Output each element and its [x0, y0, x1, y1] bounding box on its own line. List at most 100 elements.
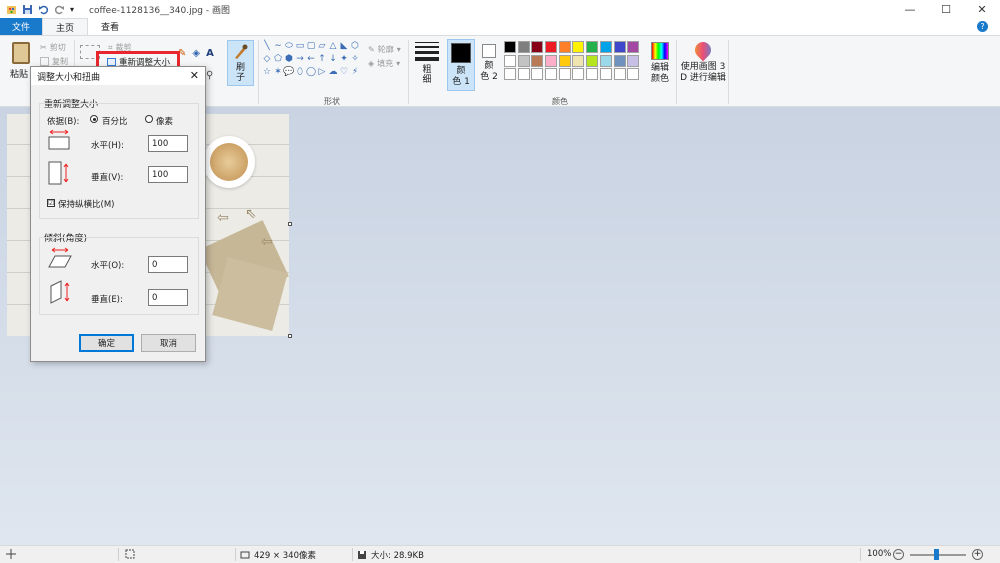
shape-icon[interactable]: ◣	[339, 41, 349, 51]
color-swatch[interactable]	[517, 68, 530, 81]
undo-icon[interactable]	[38, 4, 49, 15]
text-icon[interactable]: A	[206, 48, 214, 59]
ok-button[interactable]: 确定	[79, 334, 134, 352]
thickness-button[interactable]: 粗 细	[415, 42, 439, 85]
color-swatch[interactable]	[613, 68, 626, 81]
fill-bucket-icon[interactable]: ◈	[192, 48, 200, 59]
fill-icon: ◈	[368, 59, 375, 68]
horizontal-input[interactable]: 100	[148, 135, 188, 152]
color-swatch[interactable]	[558, 68, 571, 81]
close-button[interactable]: ✕	[964, 0, 1000, 18]
paint3d-button[interactable]: 使用画图 3 D 进行编辑	[680, 38, 726, 84]
help-icon[interactable]: ?	[977, 21, 988, 32]
shape-icon[interactable]: ✶	[273, 67, 283, 77]
color-swatch[interactable]	[531, 68, 544, 81]
shape-icon[interactable]: ↑	[317, 54, 327, 64]
pixels-radio[interactable]	[145, 115, 153, 123]
shape-icon[interactable]: ✦	[339, 54, 349, 64]
shape-icon[interactable]: →	[295, 54, 305, 64]
color-swatch[interactable]	[504, 54, 516, 67]
shape-icon[interactable]: ▢	[306, 41, 316, 51]
color-swatch[interactable]	[572, 54, 585, 67]
customize-toolbar-icon[interactable]: ▾	[70, 4, 81, 15]
color-swatch[interactable]	[545, 41, 558, 53]
keep-ratio-checkbox[interactable]: ☑	[47, 199, 55, 207]
shape-icon[interactable]: ↓	[328, 54, 338, 64]
edit-colors-button[interactable]: 编辑 颜色	[648, 42, 672, 85]
color-swatch[interactable]	[613, 41, 626, 53]
shape-icon[interactable]: ←	[306, 54, 316, 64]
cut-button[interactable]: ✂ 剪切	[40, 42, 66, 53]
color-swatch[interactable]	[599, 54, 612, 67]
resize-handle[interactable]	[288, 222, 292, 226]
shape-icon[interactable]: ⬯	[295, 67, 305, 77]
color-swatch[interactable]	[586, 54, 599, 67]
shape-icon[interactable]: ☁	[328, 67, 338, 77]
color-swatch[interactable]	[545, 54, 558, 67]
shape-icon[interactable]: ♡	[339, 67, 349, 77]
zoom-slider-thumb[interactable]	[934, 549, 939, 560]
color-swatch[interactable]	[558, 54, 571, 67]
color-swatch[interactable]	[613, 54, 626, 67]
pencil-icon[interactable]: ✎	[178, 48, 186, 59]
fill-button[interactable]: ◈ 填充 ▾	[368, 58, 400, 69]
shape-icon[interactable]: 💬	[283, 67, 294, 77]
skew-vertical-input[interactable]: 0	[148, 289, 188, 306]
shape-icon[interactable]: ▱	[317, 41, 327, 51]
chevron-down-icon: ▾	[396, 59, 401, 68]
shape-icon[interactable]: ✧	[350, 54, 360, 64]
vertical-input[interactable]: 100	[148, 166, 188, 183]
outline-button[interactable]: ✎ 轮廓 ▾	[368, 44, 401, 55]
shape-icon[interactable]: ⬡	[350, 41, 360, 51]
tab-file[interactable]: 文件	[0, 18, 43, 35]
shape-icon[interactable]: △	[328, 41, 338, 51]
shape-icon[interactable]: ⬢	[284, 54, 294, 64]
zoom-out-button[interactable]: −	[893, 549, 904, 560]
brush-button[interactable]: 刷 子	[227, 40, 254, 86]
skew-horizontal-input[interactable]: 0	[148, 256, 188, 273]
maximize-button[interactable]: ☐	[928, 0, 964, 18]
color-swatch[interactable]	[572, 68, 585, 81]
color-swatch[interactable]	[599, 41, 612, 53]
color-swatch[interactable]	[627, 54, 640, 67]
magnifier-icon[interactable]: ⚲	[206, 70, 213, 81]
color-swatch[interactable]	[627, 41, 640, 53]
color-swatch[interactable]	[545, 68, 558, 81]
cancel-button[interactable]: 取消	[141, 334, 196, 352]
shapes-gallery[interactable]: ╲ ∼ ⬭ ▭ ▢ ▱ △ ◣ ⬡ ◇ ⬠ ⬢ → ← ↑ ↓ ✦ ✧ ☆ ✶ 💬 ⬯ ◯ ▷ ☁ ♡ ⚡	[262, 41, 362, 80]
color-swatch[interactable]	[531, 54, 544, 67]
redo-icon[interactable]	[54, 4, 65, 15]
dialog-titlebar: 调整大小和扭曲 ✕	[31, 67, 205, 85]
shape-icon[interactable]: ▭	[295, 41, 305, 51]
color1-button[interactable]: 颜 色 1	[447, 39, 475, 91]
zoom-in-button[interactable]: +	[972, 549, 983, 560]
save-icon[interactable]	[22, 4, 33, 15]
tab-view[interactable]: 查看	[88, 18, 132, 35]
color-swatch[interactable]	[586, 41, 599, 53]
shape-icon[interactable]: ◇	[262, 54, 272, 64]
color-swatch[interactable]	[504, 68, 516, 81]
shape-icon[interactable]: ⬭	[284, 41, 294, 51]
shape-icon[interactable]: ⚡	[350, 67, 360, 77]
dialog-close-button[interactable]: ✕	[190, 69, 199, 82]
color-swatch[interactable]	[627, 68, 640, 81]
minimize-button[interactable]: —	[892, 0, 928, 18]
color-swatch[interactable]	[572, 41, 585, 53]
tab-home[interactable]: 主页	[42, 18, 89, 35]
percent-radio[interactable]	[90, 115, 98, 123]
color-swatch[interactable]	[599, 68, 612, 81]
shape-icon[interactable]: ☆	[262, 67, 272, 77]
shape-icon[interactable]: ∼	[273, 41, 283, 51]
color-swatch[interactable]	[517, 41, 530, 53]
shape-icon[interactable]: ◯	[306, 67, 316, 77]
color-swatch[interactable]	[517, 54, 530, 67]
color-swatch[interactable]	[558, 41, 571, 53]
color2-button[interactable]: 颜 色 2	[479, 44, 499, 83]
color-swatch[interactable]	[586, 68, 599, 81]
shape-icon[interactable]: ⬠	[273, 54, 283, 64]
shape-icon[interactable]: ▷	[317, 67, 327, 77]
resize-handle[interactable]	[288, 334, 292, 338]
color-swatch[interactable]	[504, 41, 516, 53]
shape-icon[interactable]: ╲	[262, 41, 272, 51]
color-swatch[interactable]	[531, 41, 544, 53]
